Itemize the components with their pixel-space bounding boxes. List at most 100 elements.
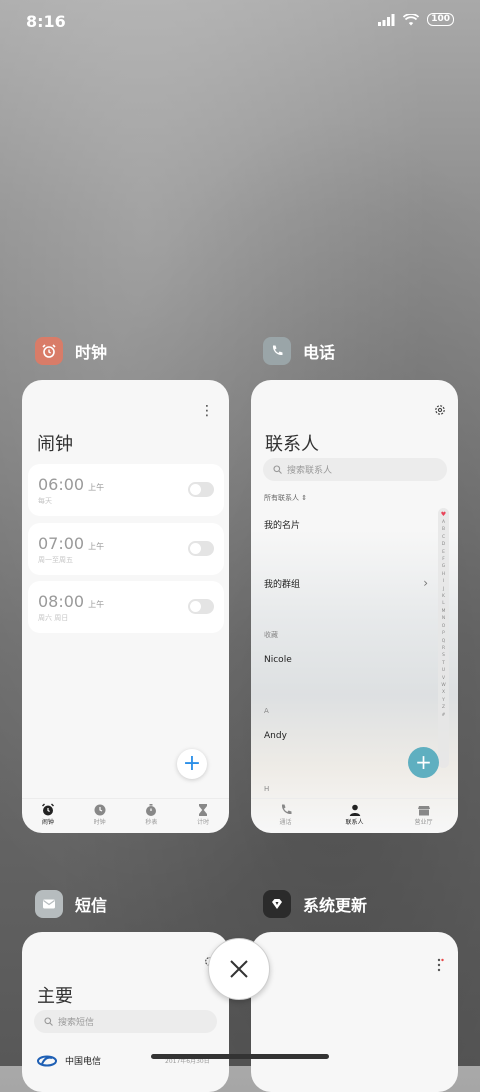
tab-calls[interactable]: 通话 — [251, 799, 320, 833]
index-letter[interactable]: I — [443, 578, 444, 585]
contact-filter-dropdown[interactable]: 所有联系人 ⇕ — [264, 493, 307, 503]
alarm-item[interactable]: 07:00 上午 周一至周五 — [28, 523, 224, 575]
alarm-item[interactable]: 06:00 上午 每天 — [28, 464, 224, 516]
tab-clock[interactable]: 时钟 — [74, 799, 126, 833]
index-letter[interactable]: Z — [442, 704, 445, 711]
bottom-nav: 通话 联系人 营业厅 — [251, 798, 458, 833]
tab-store[interactable]: 营业厅 — [389, 799, 458, 833]
phone-app-icon — [263, 337, 291, 365]
system-update-card[interactable] — [251, 932, 458, 1092]
hourglass-icon — [199, 804, 208, 816]
search-placeholder: 搜索联系人 — [287, 466, 333, 476]
section-header-favorites: 收藏 — [264, 631, 278, 639]
chevron-right-icon: › — [423, 576, 428, 590]
more-options-icon[interactable] — [436, 958, 444, 972]
tab-timer[interactable]: 计时 — [177, 799, 229, 833]
index-letter[interactable]: H — [442, 571, 445, 578]
index-letter[interactable]: P — [442, 630, 445, 637]
add-contact-button[interactable]: + — [408, 747, 439, 778]
tab-alarm[interactable]: 闹钟 — [22, 799, 74, 833]
add-alarm-button[interactable]: + — [177, 749, 207, 779]
clear-all-close-button[interactable] — [208, 938, 270, 1000]
index-letter[interactable]: J — [443, 586, 444, 593]
update-app-header[interactable]: 系统更新 — [263, 890, 367, 918]
clock-app-header[interactable]: 时钟 — [35, 337, 107, 365]
search-input[interactable]: 搜索联系人 — [263, 458, 447, 481]
index-letter[interactable]: O — [442, 623, 445, 630]
sms-app-name: 短信 — [75, 896, 108, 915]
contact-item[interactable]: Andy — [264, 731, 287, 741]
index-letter[interactable]: F — [442, 556, 445, 563]
signal-icon — [378, 13, 395, 26]
index-letter[interactable]: T — [442, 660, 445, 667]
tab-store-label: 营业厅 — [414, 819, 433, 826]
alarm-toggle[interactable] — [188, 541, 214, 556]
search-icon — [273, 465, 282, 474]
index-letter[interactable]: N — [442, 615, 445, 622]
status-bar: 8:16 100 — [0, 0, 480, 44]
sms-app-card[interactable]: 主要 搜索短信 中国电信 2017年6月30日 — [22, 932, 229, 1092]
home-indicator[interactable] — [151, 1054, 329, 1059]
search-input[interactable]: 搜索短信 — [34, 1010, 217, 1033]
phone-icon — [281, 804, 291, 815]
tab-contacts-label: 联系人 — [345, 819, 364, 826]
sms-app-header[interactable]: 短信 — [35, 890, 107, 918]
tab-stopwatch[interactable]: 秒表 — [126, 799, 178, 833]
index-letter[interactable]: B — [442, 526, 445, 533]
contact-item[interactable]: Nicole — [264, 655, 292, 665]
clock-app-card[interactable]: ⋮ 闹钟 06:00 上午 每天 07:00 上午 周一至周五 08:00 上午 周六… — [22, 380, 229, 833]
index-letter[interactable]: Y — [442, 697, 445, 704]
index-letter[interactable]: L — [442, 600, 444, 607]
search-placeholder: 搜索短信 — [58, 1018, 95, 1028]
tab-clock-label: 时钟 — [93, 819, 106, 826]
index-letter[interactable]: S — [442, 652, 445, 659]
tab-calls-label: 通话 — [279, 819, 292, 826]
index-letter[interactable]: C — [442, 534, 445, 541]
index-letter[interactable]: # — [442, 712, 446, 719]
conversation-item[interactable]: 中国电信 — [37, 1054, 101, 1067]
china-telecom-logo-icon — [37, 1055, 57, 1066]
contact-filter-label: 所有联系人 — [264, 494, 299, 502]
wifi-icon — [403, 13, 420, 25]
tab-alarm-label: 闹钟 — [41, 819, 54, 826]
phone-app-name: 电话 — [303, 343, 336, 362]
status-time: 8:16 — [26, 12, 66, 31]
page-title: 闹钟 — [37, 434, 73, 455]
index-letter[interactable]: E — [442, 549, 445, 556]
index-letter[interactable]: D — [442, 541, 445, 548]
favorites-heart-icon[interactable]: ♥ — [441, 511, 446, 519]
my-groups-item[interactable]: 我的群组 — [264, 577, 300, 590]
alarm-item[interactable]: 08:00 上午 周六 周日 — [28, 581, 224, 633]
index-letter[interactable]: G — [442, 563, 445, 570]
system-update-icon — [263, 890, 291, 918]
stopwatch-icon — [146, 804, 157, 816]
clock-icon — [94, 804, 106, 816]
alarm-clock-icon — [35, 337, 63, 365]
mountain-background-image — [251, 530, 458, 830]
more-options-icon[interactable]: ⋮ — [200, 404, 214, 418]
index-letter[interactable]: Q — [442, 638, 445, 645]
tab-contacts[interactable]: 联系人 — [320, 799, 389, 833]
alarm-icon — [41, 803, 54, 816]
index-letter[interactable]: R — [442, 645, 445, 652]
index-letter[interactable]: A — [442, 519, 445, 526]
tab-timer-label: 计时 — [197, 819, 210, 826]
settings-icon[interactable] — [434, 404, 446, 416]
alarm-toggle[interactable] — [188, 482, 214, 497]
search-icon — [44, 1017, 53, 1026]
section-header-a: A — [264, 707, 269, 715]
index-letter[interactable]: V — [442, 675, 445, 682]
index-letter[interactable]: M — [442, 608, 446, 615]
phone-app-header[interactable]: 电话 — [263, 337, 335, 365]
update-app-name: 系统更新 — [303, 896, 368, 915]
index-letter[interactable]: U — [442, 667, 445, 674]
my-card-item[interactable]: 我的名片 — [264, 518, 300, 531]
index-letter[interactable]: W — [441, 682, 445, 689]
index-letter[interactable]: X — [442, 689, 445, 696]
alarm-toggle[interactable] — [188, 599, 214, 614]
phone-app-card[interactable]: 联系人 搜索联系人 所有联系人 ⇕ 我的名片 我的群组 › 收藏 Nicole … — [251, 380, 458, 833]
index-letter[interactable]: K — [442, 593, 445, 600]
alphabet-index-bar[interactable]: ♥ A B C D E F G H I J K L M N O P Q R S T U V W X Y Z # — [438, 508, 449, 768]
alarm-repeat: 每天 — [38, 497, 52, 505]
alarm-repeat: 周六 周日 — [38, 614, 69, 622]
